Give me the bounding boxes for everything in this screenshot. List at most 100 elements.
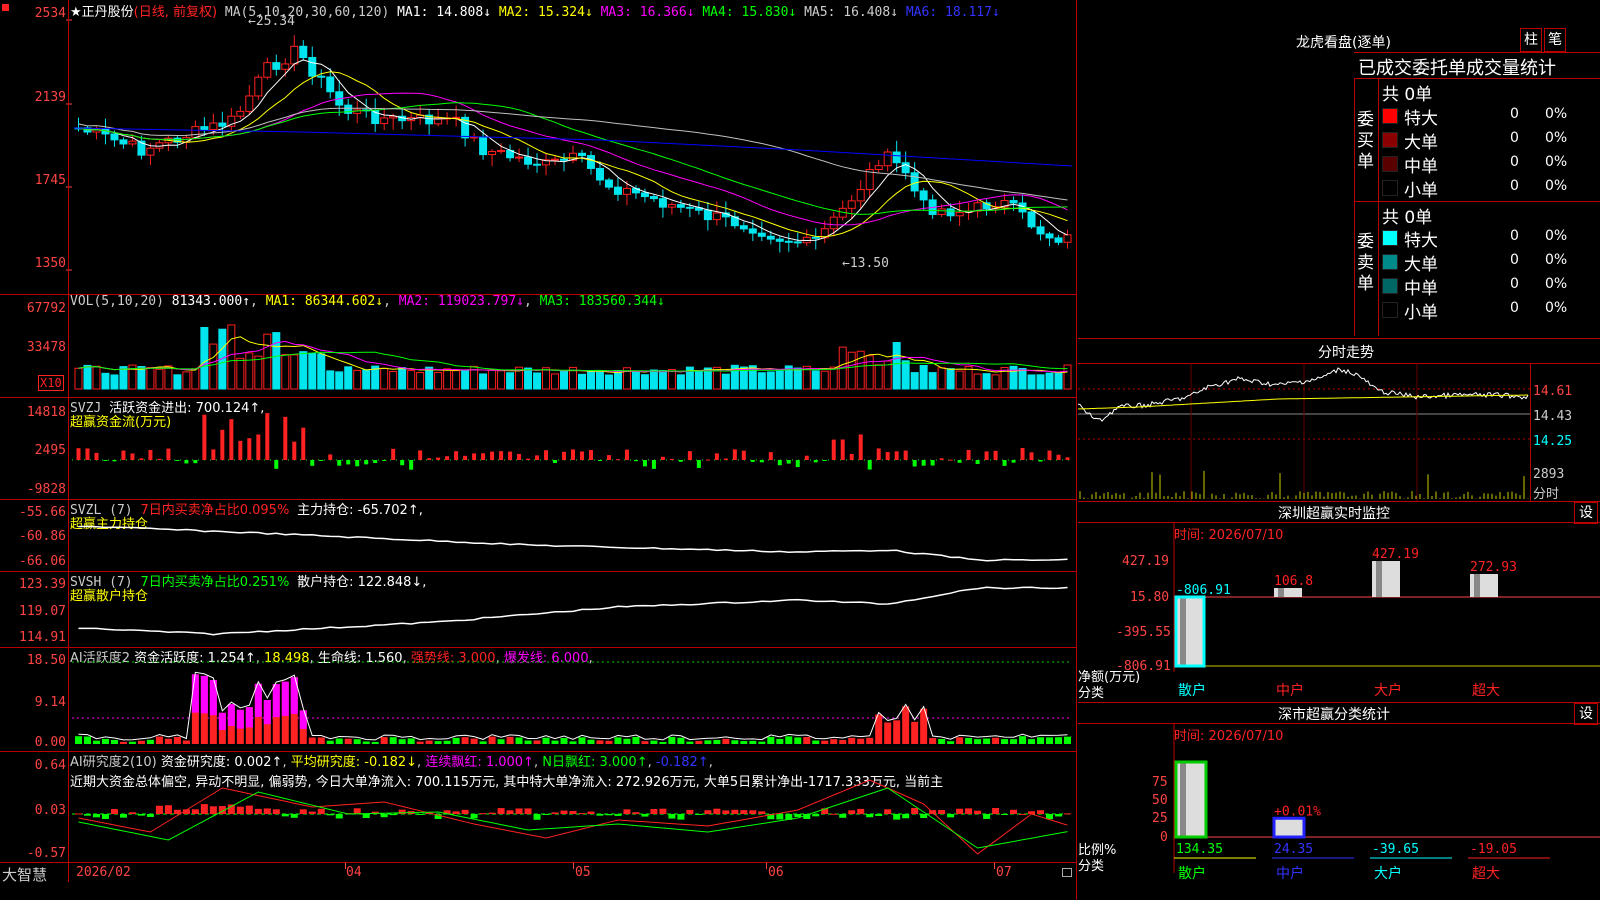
activity-bar — [731, 740, 739, 744]
flow-bar — [705, 459, 710, 461]
research-bar — [488, 812, 496, 814]
flow-bar — [1038, 460, 1043, 462]
flow-bar — [139, 458, 144, 460]
flow-bar — [274, 460, 279, 469]
research-bar — [848, 810, 856, 814]
research-bar — [650, 808, 658, 814]
row-count: 0 — [1510, 300, 1519, 316]
research-bar — [164, 805, 172, 814]
volume-bar — [946, 368, 955, 390]
svzl-pane[interactable]: SVZL (7) 7日内买卖净占比0.095% 主力持仓: -65.702↑, … — [0, 500, 1076, 572]
research-bar — [677, 814, 685, 820]
research-bar — [416, 814, 424, 815]
activity-bar — [101, 738, 109, 744]
candle — [254, 76, 263, 97]
flow-bar — [741, 450, 746, 460]
row-pct: 0% — [1545, 228, 1568, 244]
research-bar — [731, 809, 739, 814]
flow-bar — [94, 452, 99, 460]
candle — [883, 151, 892, 167]
activity-bar — [1055, 737, 1063, 744]
research-bar — [902, 814, 910, 819]
candle — [1036, 226, 1045, 235]
activity-bar — [146, 739, 154, 744]
intraday-panel[interactable]: 分时走势 14.61 14.43 14.25 2893 分时 — [1078, 339, 1600, 502]
volume-bar — [191, 368, 200, 390]
svzj-pane[interactable]: SVZJ 活跃资金进出: 700.124↑, 超赢资金流(万元) 14818 2… — [0, 398, 1076, 500]
color-swatch — [1382, 156, 1398, 172]
activity-bar — [533, 740, 541, 744]
research-bar — [497, 808, 505, 814]
ytick: 分时 — [1533, 487, 1560, 502]
flow-bar — [984, 451, 989, 460]
research-bar — [1019, 813, 1027, 815]
volume-bar — [991, 374, 1000, 390]
flow-bar — [436, 457, 441, 460]
volume-bar — [604, 374, 613, 390]
bar-view-button[interactable]: 柱 — [1520, 28, 1542, 52]
activity-bar — [434, 741, 442, 744]
research-bar — [452, 811, 460, 814]
volume-bar — [254, 355, 263, 390]
flow-bar — [427, 458, 432, 460]
research-bar — [605, 814, 613, 816]
activity-bar — [983, 738, 991, 744]
activity-bar — [173, 736, 181, 744]
flow-bar — [624, 449, 629, 460]
volume-bar — [263, 333, 272, 390]
research-bar — [839, 814, 847, 818]
research-bar — [974, 810, 982, 814]
x-tick: 2026/02 — [76, 865, 131, 880]
flow-bar — [993, 450, 998, 460]
research-bar — [947, 814, 955, 818]
research-bar — [191, 809, 199, 814]
flow-bar — [912, 460, 917, 467]
kline-pane[interactable]: ★正丹股份(日线, 前复权) MA(5,10,20,30,60,120) MA1… — [0, 0, 1076, 295]
svsh-canvas — [78, 586, 1068, 636]
volume-bar — [92, 365, 101, 390]
volume-pane[interactable]: VOL(5,10,20) 81343.000↑, MA1: 86344.602↓… — [0, 294, 1076, 398]
flow-bar — [1056, 454, 1061, 460]
retail-holding-line — [78, 586, 1068, 636]
app-logo: 大智慧 — [2, 866, 48, 884]
row-count: 0 — [1510, 106, 1519, 122]
flow-bar — [921, 460, 926, 466]
class-bar — [1174, 760, 1208, 839]
flow-bar — [526, 458, 531, 460]
flow-bar — [876, 448, 881, 460]
research-bar — [884, 809, 892, 814]
activity-bar — [83, 736, 91, 744]
flow-bar — [939, 458, 944, 460]
intraday-canvas — [1078, 363, 1530, 501]
volume-bar — [344, 366, 353, 390]
activity-bar — [695, 740, 703, 744]
sell-row: 小单 0 0% — [1382, 298, 1600, 323]
candle — [209, 122, 218, 131]
activity-bar — [902, 706, 910, 744]
svsh-pane[interactable]: SVSH (7) 7日内买卖净占比0.251% 散户持仓: 122.848↓, … — [0, 572, 1076, 648]
candle — [946, 208, 955, 217]
flow-bar — [588, 449, 593, 460]
tick-view-button[interactable]: 笔 — [1544, 28, 1566, 52]
candle — [290, 45, 299, 65]
lock-icon[interactable] — [1062, 868, 1072, 877]
activity-bar — [893, 720, 901, 744]
row-label: 小单 — [1404, 303, 1438, 323]
research-bar — [686, 809, 694, 814]
ai-activity-pane[interactable]: AI活跃度2 资金活跃度: 1.254↑, 18.498, 生命线: 1.560… — [0, 648, 1076, 752]
research-bar — [515, 808, 523, 814]
flow-bar — [669, 458, 674, 460]
volume-bar — [1045, 372, 1054, 390]
research-bar — [695, 814, 703, 815]
candle — [236, 110, 245, 117]
ai-research-pane[interactable]: AI研究度2(10) 资金研究度: 0.002↑, 平均研究度: -0.182↓… — [0, 752, 1076, 862]
research-bar — [335, 814, 343, 819]
activity-bar — [560, 738, 568, 744]
flow-bar — [382, 460, 387, 461]
volume-bar — [488, 369, 497, 390]
volume-bar — [560, 369, 569, 390]
volume-bar — [443, 368, 452, 390]
candle — [263, 62, 272, 78]
research-bar — [1010, 809, 1018, 814]
flow-bar — [328, 454, 333, 460]
